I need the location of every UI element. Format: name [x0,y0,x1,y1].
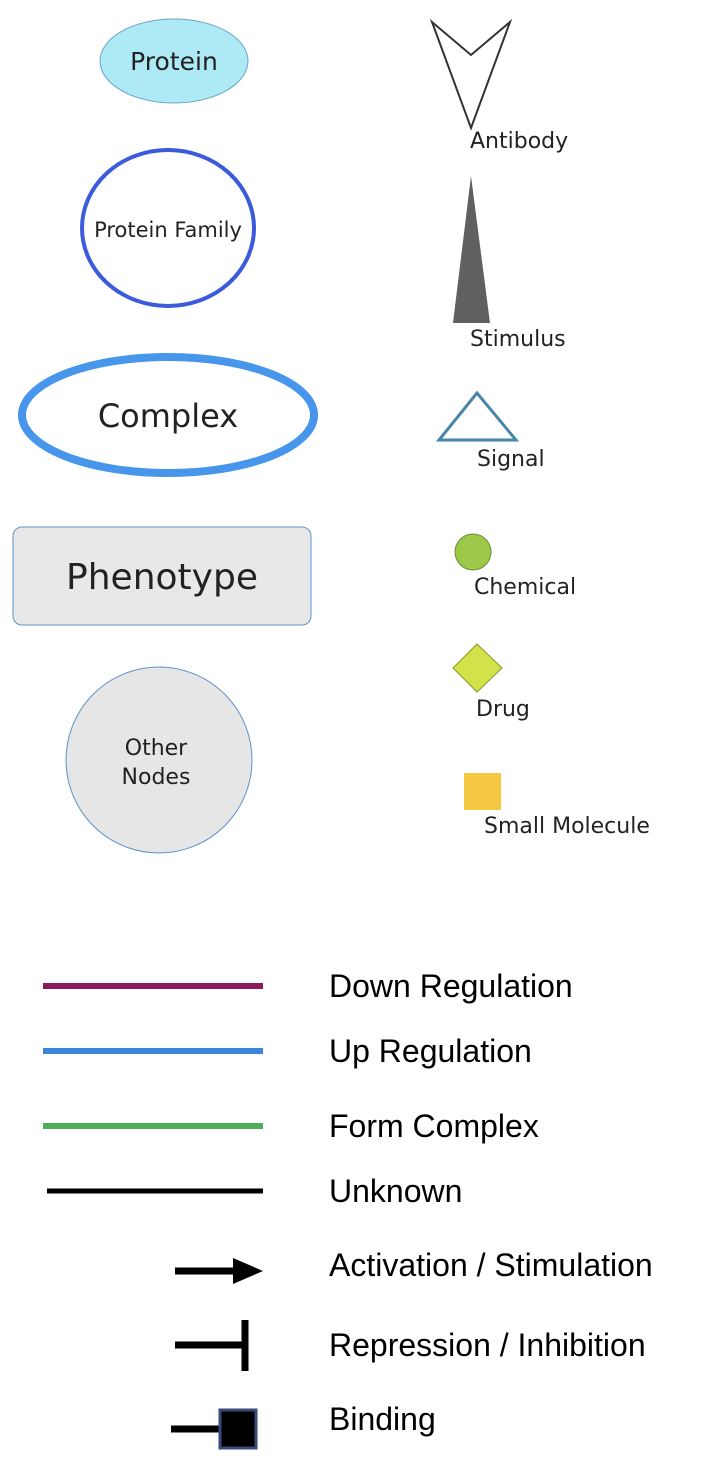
other-nodes-label-line1: Other [125,736,188,761]
square-end-icon [218,1408,258,1450]
down-regulation-label: Down Regulation [329,968,573,1004]
drug-node: Drug [452,643,530,722]
drug-label: Drug [476,697,530,722]
chemical-icon [454,533,492,571]
antibody-icon [429,18,513,131]
other-nodes-label-line2: Nodes [122,765,191,790]
protein-family-label: Protein Family [94,218,242,242]
up-regulation-label: Up Regulation [329,1033,532,1069]
protein-label: Protein [130,47,218,76]
repression-label: Repression / Inhibition [329,1327,646,1363]
down-regulation-entry: Down Regulation [43,968,573,1004]
signal-label: Signal [477,447,545,472]
complex-node: Complex [18,353,318,477]
phenotype-label: Phenotype [66,557,258,598]
binding-label: Binding [329,1401,436,1437]
stimulus-node: Stimulus [453,176,566,352]
form-complex-entry: Form Complex [43,1108,539,1144]
other-nodes-node: Other Nodes [65,666,253,854]
small-molecule-label: Small Molecule [484,814,650,839]
repression-entry: Repression / Inhibition [175,1320,646,1371]
protein-family-node: Protein Family [80,148,256,308]
activation-entry: Activation / Stimulation [175,1247,653,1284]
legend-diagram: Protein Protein Family Complex Phenotype… [12,18,653,1450]
up-regulation-entry: Up Regulation [43,1033,532,1069]
phenotype-node: Phenotype [12,526,312,626]
binding-entry: Binding [171,1401,436,1450]
small-molecule-node: Small Molecule [464,773,650,839]
form-complex-label: Form Complex [329,1108,539,1144]
chemical-label: Chemical [474,575,576,600]
drug-icon [452,643,503,693]
stimulus-icon [453,176,490,323]
small-molecule-icon [464,773,501,810]
activation-label: Activation / Stimulation [329,1247,653,1283]
protein-node: Protein [99,18,249,104]
signal-icon [435,390,520,442]
chemical-node: Chemical [454,533,576,600]
complex-label: Complex [98,397,238,435]
stimulus-label: Stimulus [470,327,566,352]
signal-node: Signal [435,390,545,472]
antibody-label: Antibody [470,129,568,154]
arrowhead-icon [233,1258,263,1284]
unknown-label: Unknown [329,1173,462,1209]
unknown-entry: Unknown [47,1173,462,1209]
antibody-node: Antibody [429,18,568,154]
